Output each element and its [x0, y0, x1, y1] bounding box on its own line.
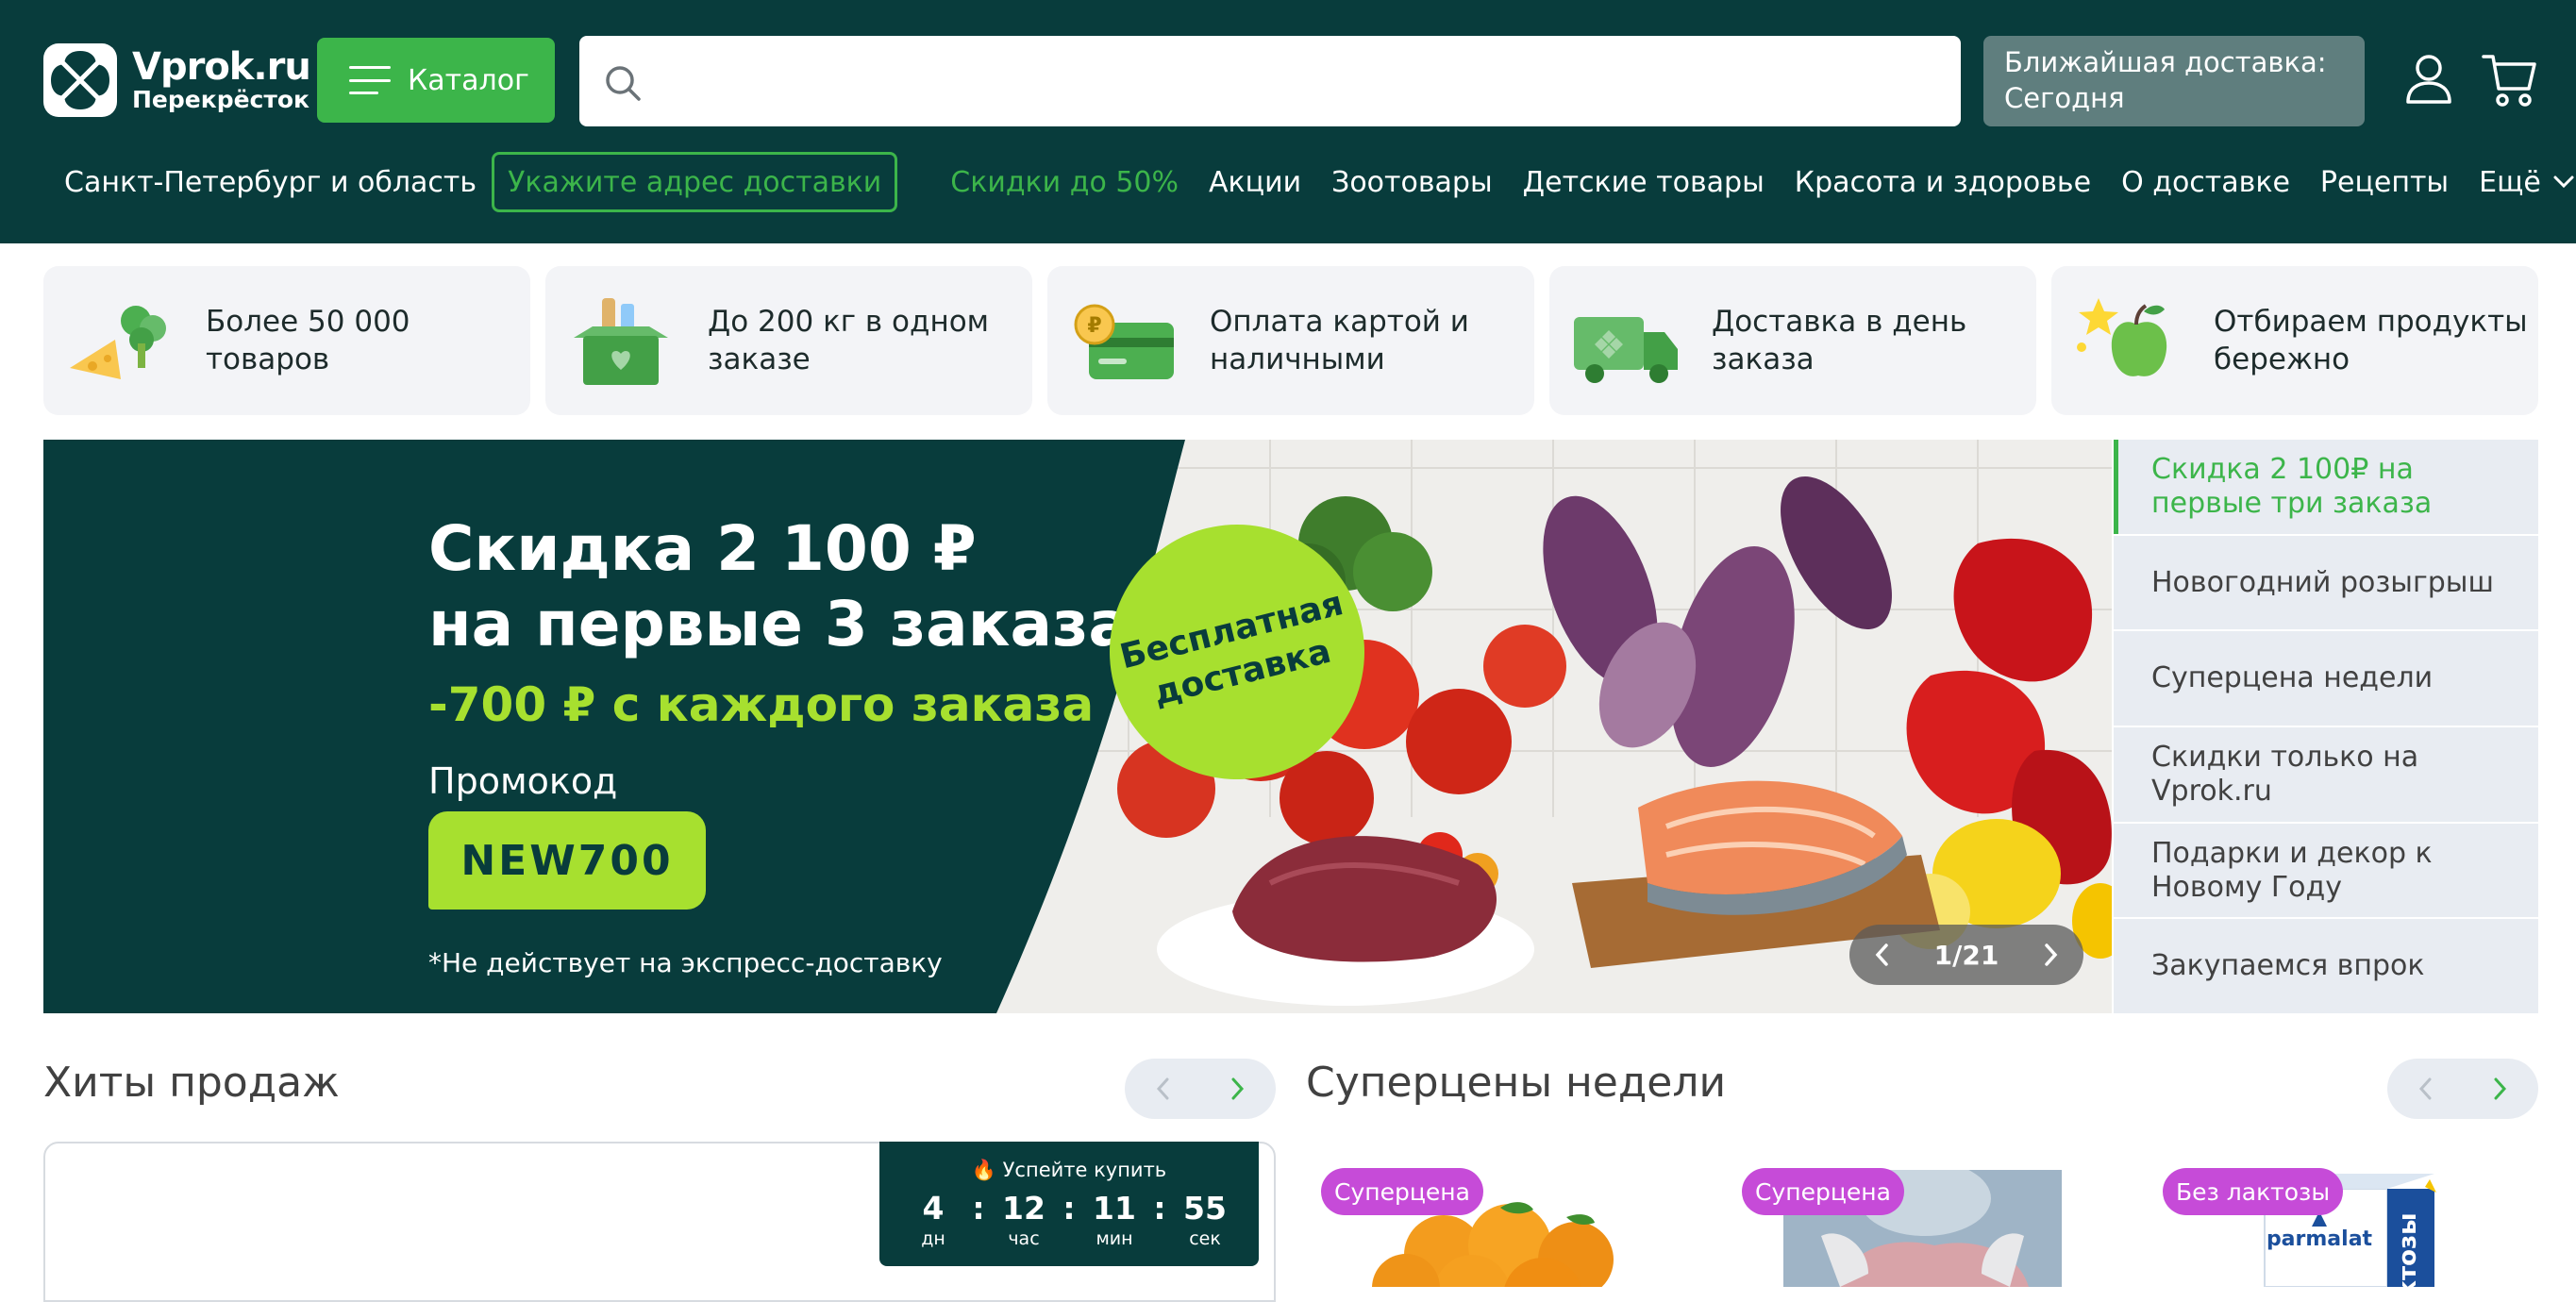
nav-link-recipes[interactable]: Рецепты [2320, 166, 2449, 199]
search-box[interactable] [579, 36, 1961, 126]
hero-title-line-1: Скидка 2 100 ₽ [428, 512, 977, 585]
delivery-value: Сегодня [2004, 82, 2125, 114]
feature-text: Оплата картой и наличными [1210, 305, 1469, 376]
user-icon[interactable] [2404, 53, 2453, 106]
countdown-blocks: 4 дн : 12 час : 11 мин : 55 сек [879, 1191, 1259, 1251]
more-label: Ещё [2479, 165, 2541, 199]
chevron-left-icon[interactable] [1155, 1077, 1170, 1101]
promo-item-new-year-draw[interactable]: Новогодний розыгрыш [2114, 535, 2538, 630]
countdown-hours: 12 час [995, 1191, 1053, 1251]
grocery-box-icon [574, 298, 668, 385]
side-label: ктозы [2394, 1212, 2422, 1287]
promo-item-gifts-decor[interactable]: Подарки и декор к Новому Году [2114, 823, 2538, 918]
countdown-days: 4 дн [904, 1191, 962, 1251]
more-menu[interactable]: Ещё [2479, 166, 2575, 199]
countdown-separator: : [1153, 1190, 1166, 1227]
cart-icon[interactable] [2482, 51, 2536, 108]
hits-section-title: Хиты продаж [43, 1059, 340, 1107]
nav-link-discounts[interactable]: Скидки до 50% [950, 166, 1179, 199]
countdown-seconds: 55 сек [1176, 1191, 1234, 1251]
feature-text: Отбираем продукты бережно [2214, 305, 2528, 376]
menu-icon [349, 66, 391, 94]
nav-link-promotions[interactable]: Акции [1209, 166, 1301, 199]
chevron-down-icon [2553, 175, 2574, 189]
countdown-separator: : [1062, 1190, 1076, 1227]
city-selector[interactable]: Санкт-Петербург и область [64, 166, 477, 199]
nav-links: Скидки до 50% Акции Зоотовары Детские то… [950, 166, 2479, 199]
hero-subtitle: -700 ₽ с каждого заказа [428, 677, 1095, 732]
logo[interactable]: Vprok.ru Перекрёсток [42, 42, 311, 119]
feature-text: Более 50 000 товаров [206, 305, 410, 376]
minutes-unit: мин [1096, 1228, 1133, 1249]
logo-clover-icon [43, 43, 117, 117]
sub-navigation: Санкт-Петербург и область Укажите адрес … [42, 149, 2574, 215]
supercena-section-title: Суперцены недели [1306, 1059, 1727, 1107]
catalog-label: Каталог [408, 63, 529, 97]
feature-cards: Более 50 000 товаров До 200 кг в одном з… [43, 266, 2538, 415]
chevron-right-icon[interactable] [1230, 1077, 1246, 1101]
logo-title: Vprok.ru [132, 45, 311, 89]
countdown-separator: : [972, 1190, 985, 1227]
promo-item-first-orders[interactable]: Скидка 2 100₽ на первые три заказа [2114, 440, 2538, 534]
site-header: Vprok.ru Перекрёсток Каталог Ближайшая д… [0, 0, 2576, 243]
hero-title: Скидка 2 100 ₽ на первые 3 заказа [428, 511, 1130, 662]
feature-card: Отбираем продукты бережно [2051, 266, 2538, 415]
hours-unit: час [1008, 1228, 1040, 1249]
delivery-label: Ближайшая доставка: [2004, 46, 2327, 78]
product-badge: Суперцена [1742, 1168, 1904, 1215]
search-input[interactable] [655, 36, 1938, 126]
feature-card: Более 50 000 товаров [43, 266, 530, 415]
promo-item-superprice[interactable]: Суперцена недели [2114, 631, 2538, 726]
apple-star-icon [2077, 298, 2167, 376]
chevron-left-icon[interactable] [2417, 1077, 2433, 1101]
feature-card: ₽ Оплата картой и наличными [1047, 266, 1534, 415]
hits-carousel-arrows [1125, 1059, 1276, 1119]
seconds-unit: сек [1189, 1228, 1221, 1249]
nearest-delivery-button[interactable]: Ближайшая доставка: Сегодня [1983, 36, 2365, 126]
delivery-address-button[interactable]: Укажите адрес доставки [492, 152, 898, 212]
pager-counter: 1/21 [1933, 939, 1999, 971]
nav-link-beauty-health[interactable]: Красота и здоровье [1795, 166, 2091, 199]
chevron-right-icon[interactable] [2493, 1077, 2508, 1101]
days-value: 4 [922, 1190, 945, 1227]
hero-banner[interactable]: Скидка 2 100 ₽ на первые 3 заказа -700 ₽… [43, 440, 2112, 1013]
brand-label: parmalat [2267, 1227, 2373, 1251]
search-icon [606, 66, 641, 101]
logo-subtitle: Перекрёсток [132, 86, 310, 113]
delivery-truck-icon [1574, 317, 1678, 383]
countdown-minutes: 11 мин [1085, 1191, 1144, 1251]
banner-pager: 1/21 [1849, 925, 2083, 985]
product-badge: Без лактозы [2163, 1168, 2344, 1215]
feature-card: Доставка в день заказа [1549, 266, 2036, 415]
nav-link-pet-goods[interactable]: Зоотовары [1331, 166, 1493, 199]
hero-footnote: *Не действует на экспресс-доставку [428, 947, 943, 978]
promo-list: Скидка 2 100₽ на первые три заказа Новог… [2114, 440, 2538, 1014]
cheese-broccoli-icon [70, 306, 166, 379]
feature-text: До 200 кг в одном заказе [708, 305, 990, 376]
nav-link-kids-goods[interactable]: Детские товары [1523, 166, 1765, 199]
nav-link-about-delivery[interactable]: О доставке [2121, 166, 2290, 199]
feature-card: До 200 кг в одном заказе [545, 266, 1032, 415]
promo-item-exclusive[interactable]: Скидки только на Vprok.ru [2114, 727, 2538, 822]
countdown-label: 🔥 Успейте купить [971, 1159, 1167, 1181]
chevron-left-icon[interactable] [1874, 943, 1889, 967]
hero-title-line-2: на первые 3 заказа [428, 588, 1130, 660]
countdown-timer: 🔥 Успейте купить 4 дн : 12 час : 11 мин … [879, 1142, 1259, 1266]
product-badge: Суперцена [1321, 1168, 1483, 1215]
catalog-button[interactable]: Каталог [317, 38, 555, 123]
days-unit: дн [921, 1228, 945, 1249]
promo-code[interactable]: NEW700 [428, 811, 706, 910]
hours-value: 12 [1002, 1190, 1045, 1227]
feature-text: Доставка в день заказа [1712, 305, 1967, 376]
promo-code-label: Промокод [428, 760, 618, 802]
svg-text:₽: ₽ [1087, 314, 1101, 338]
promo-item-stock-up[interactable]: Закупаемся впрок [2114, 919, 2538, 1014]
seconds-value: 55 [1183, 1190, 1227, 1227]
chevron-right-icon[interactable] [2044, 943, 2059, 967]
supercena-carousel-arrows [2387, 1059, 2538, 1119]
logo-text: Vprok.ru Перекрёсток [132, 45, 311, 113]
minutes-value: 11 [1093, 1190, 1136, 1227]
card-coin-icon: ₽ [1074, 304, 1174, 379]
